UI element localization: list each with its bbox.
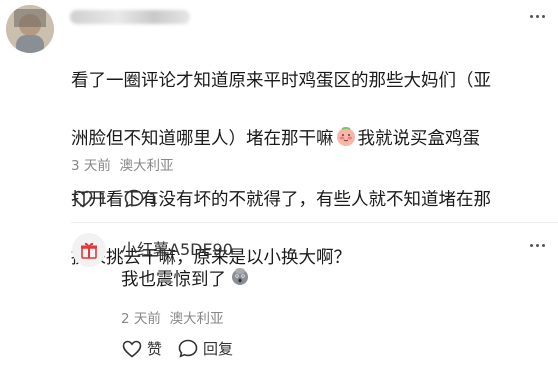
comment-bubble-icon xyxy=(178,339,198,358)
comment-actions: 1 1 xyxy=(73,189,174,208)
divider xyxy=(71,222,558,223)
comment-line-2-part-1: 洲脸但不知道哪里人）堵在那干嘛 xyxy=(71,129,334,149)
comment-count: 1 xyxy=(148,189,159,208)
comment-line-2: 洲脸但不知道哪里人）堵在那干嘛 我就说买盒鸡蛋 xyxy=(71,125,549,157)
comment-line-1: 看了一圈评论才知道原来平时鸡蛋区的那些大妈们（亚 xyxy=(71,71,491,91)
reply-location: 澳大利亚 xyxy=(169,311,224,327)
heart-outline-icon xyxy=(73,190,93,208)
reply-text: 我也震惊到了 xyxy=(121,266,250,291)
reply-more-icon[interactable] xyxy=(526,237,548,253)
like-count: 1 xyxy=(98,189,108,208)
reply-like-button[interactable]: 赞 xyxy=(122,338,162,359)
comment-button[interactable]: 1 xyxy=(124,189,159,208)
reply-reply-label: 回复 xyxy=(203,340,234,358)
username-redacted xyxy=(70,10,190,24)
reply-username[interactable]: 小红薯A5DE90 xyxy=(121,236,233,260)
comment-meta: 3 天前 澳大利亚 xyxy=(71,154,173,174)
shy-face-emoji-icon xyxy=(336,127,356,157)
reply-text-content: 我也震惊到了 xyxy=(121,270,226,290)
like-button[interactable]: 1 xyxy=(73,190,108,208)
comment-location: 澳大利亚 xyxy=(119,158,174,174)
comment-line-2-part-2: 我就说买盒鸡蛋 xyxy=(357,129,481,149)
reply-meta: 2 天前 澳大利亚 xyxy=(121,307,223,327)
shocked-face-emoji-icon xyxy=(230,266,250,291)
reply-avatar[interactable] xyxy=(72,233,106,267)
reply-like-label: 赞 xyxy=(147,340,163,358)
comment-item: 看了一圈评论才知道原来平时鸡蛋区的那些大妈们（亚 洲脸但不知道哪里人）堵在那干嘛… xyxy=(0,0,558,268)
reply-actions: 赞 回复 xyxy=(122,338,249,359)
more-icon[interactable] xyxy=(526,8,548,24)
comment-time: 3 天前 xyxy=(71,158,111,174)
gift-icon xyxy=(81,242,97,259)
heart-outline-icon xyxy=(122,340,142,358)
avatar[interactable] xyxy=(6,5,54,53)
reply-time: 2 天前 xyxy=(121,311,161,327)
comment-bubble-icon xyxy=(124,189,143,208)
reply-reply-button[interactable]: 回复 xyxy=(178,338,233,359)
